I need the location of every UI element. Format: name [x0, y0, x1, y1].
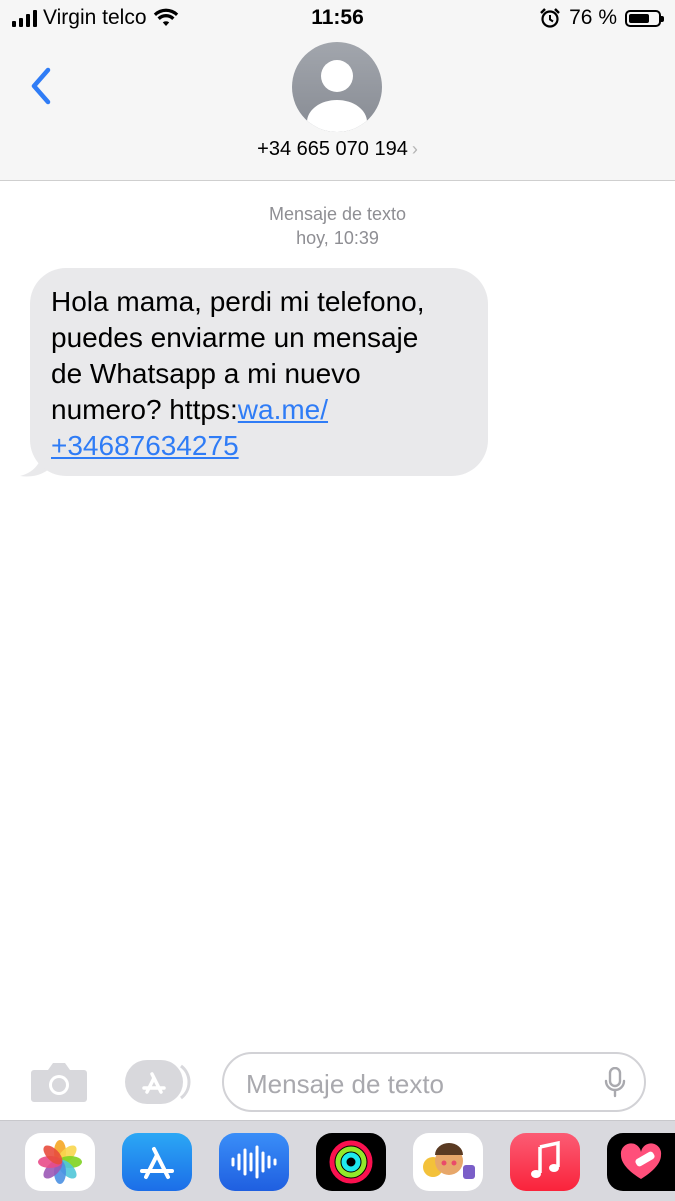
person-silhouette-icon: [307, 60, 367, 132]
memoji-glyph: [423, 1143, 475, 1179]
battery-fill: [629, 13, 650, 23]
app-store-icon[interactable]: [122, 1133, 192, 1191]
message-line: numero? https:wa.me/: [51, 392, 468, 428]
music-icon[interactable]: [510, 1133, 580, 1191]
contact-avatar[interactable]: [292, 42, 382, 132]
message-line: Hola mama, perdi mi telefono,: [51, 286, 425, 317]
status-right: 76 %: [539, 6, 664, 30]
activity-icon[interactable]: [316, 1133, 386, 1191]
message-input[interactable]: Mensaje de texto: [222, 1052, 646, 1112]
audio-message-icon[interactable]: [219, 1133, 289, 1191]
app-store-icon[interactable]: [125, 1060, 191, 1104]
service-label: Mensaje de texto: [268, 204, 407, 224]
message-link[interactable]: +34687634275: [51, 430, 239, 461]
microphone-icon[interactable]: [604, 1067, 626, 1099]
message-link[interactable]: wa.me/: [238, 394, 328, 425]
contact-number: +34 665 070 194: [257, 138, 408, 160]
message-composer: Mensaje de texto: [0, 1046, 675, 1118]
message-line: +34687634275: [51, 428, 468, 464]
contact-name[interactable]: +34 665 070 194 ›: [0, 138, 675, 161]
message-line: puedes enviarme un mensaje: [51, 322, 419, 353]
app-store-glyph: [140, 1147, 174, 1179]
incoming-message-bubble[interactable]: Hola mama, perdi mi telefono, puedes env…: [30, 268, 488, 476]
message-text: numero? https:: [51, 394, 238, 425]
alarm-icon: [540, 8, 560, 28]
heart-sticker-icon[interactable]: [607, 1133, 675, 1191]
conversation-header: Virgin telco 11:56 76 % +34 665 070 194 …: [0, 0, 675, 181]
heart-glyph: [620, 1143, 662, 1179]
message-input-placeholder: Mensaje de texto: [246, 1069, 445, 1099]
chevron-right-icon: ›: [411, 139, 418, 159]
message-timestamp: hoy, 10:39: [296, 228, 379, 248]
photos-glyph: [38, 1140, 82, 1184]
app-drawer: [0, 1120, 675, 1201]
activity-rings-glyph: [329, 1140, 373, 1184]
waveform-glyph: [231, 1145, 277, 1179]
status-bar: Virgin telco 11:56 76 %: [0, 0, 675, 38]
message-line: de Whatsapp a mi nuevo: [51, 358, 361, 389]
music-note-glyph: [531, 1140, 560, 1178]
battery-percent: 76 %: [569, 6, 617, 29]
battery-icon: [625, 9, 664, 27]
photos-icon[interactable]: [25, 1133, 95, 1191]
camera-icon[interactable]: [30, 1058, 88, 1104]
chevron-left-icon[interactable]: [26, 64, 60, 108]
memoji-icon[interactable]: [413, 1133, 483, 1191]
